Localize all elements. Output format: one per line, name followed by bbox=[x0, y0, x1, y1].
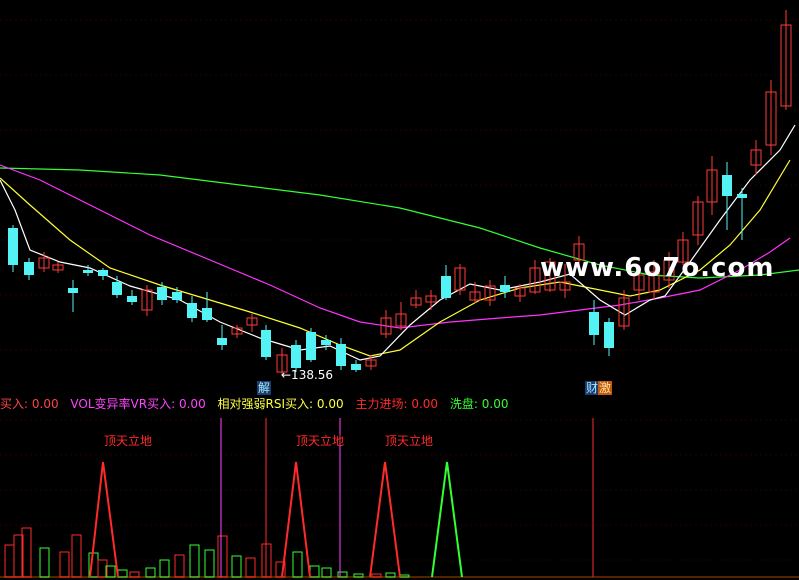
signal-label-1: 顶天立地 bbox=[104, 434, 153, 448]
candle-body-down bbox=[321, 340, 331, 345]
candle-body-down bbox=[172, 292, 182, 300]
sub-bar bbox=[371, 573, 382, 578]
sub-bar bbox=[309, 565, 320, 578]
indicator-wash-label: 洗盘: bbox=[449, 397, 478, 411]
indicator-rsi-buy-value: 0.00 bbox=[316, 397, 344, 411]
indicator-main-force-label: 主力进场: bbox=[355, 397, 408, 411]
moving-average-lines bbox=[0, 124, 799, 361]
candle-body-down bbox=[336, 344, 346, 366]
event-tag-ji-label: 激 bbox=[599, 381, 612, 395]
candle-body-down bbox=[202, 308, 212, 320]
candle-body-down bbox=[112, 282, 122, 295]
candle-body-down bbox=[217, 338, 227, 345]
indicator-rsi-buy-label: 相对强弱RSI买入: bbox=[217, 397, 314, 411]
sub-bar bbox=[117, 569, 128, 578]
indicator-vr-buy-value: 0.00 bbox=[178, 397, 206, 411]
candle-body-down bbox=[83, 270, 93, 273]
grid-lines bbox=[0, 19, 799, 351]
sub-bar bbox=[159, 559, 170, 578]
candle-body-down bbox=[8, 228, 18, 265]
event-tag-cai-label: 财 bbox=[586, 381, 599, 395]
sub-bar bbox=[59, 551, 70, 578]
ma5-line bbox=[0, 124, 796, 361]
watermark-text: www.6o7o.com bbox=[540, 253, 775, 283]
indicator-buy-value: 0.00 bbox=[31, 397, 59, 411]
event-tag-cai[interactable]: 财 bbox=[585, 381, 600, 395]
candle-body-down bbox=[68, 288, 78, 293]
candle-body-down bbox=[98, 270, 108, 276]
candle-body-down bbox=[604, 322, 614, 348]
sub-bar bbox=[217, 535, 228, 578]
candle-body-down bbox=[291, 345, 301, 368]
indicator-buy-label: 买入: bbox=[0, 397, 29, 411]
candle-body-down bbox=[306, 332, 316, 360]
sub-bar bbox=[231, 555, 242, 578]
sub-bar bbox=[245, 557, 256, 578]
candle-body-down bbox=[24, 262, 34, 275]
ma20-line bbox=[0, 164, 791, 329]
sub-bar bbox=[353, 573, 364, 578]
indicator-vr-buy-label: VOL变异率VR买入: bbox=[70, 397, 176, 411]
indicator-main-force: 主力进场: 0.00 bbox=[355, 397, 438, 411]
indicator-wash: 洗盘: 0.00 bbox=[450, 397, 509, 411]
sub-bar bbox=[145, 567, 156, 578]
sub-bar bbox=[204, 549, 215, 578]
candle-body-down bbox=[589, 312, 599, 335]
event-tag-jie[interactable]: 解 bbox=[257, 381, 272, 395]
candle-body-down bbox=[187, 303, 197, 318]
indicator-values-bar: 买入: 0.00 VOL变异率VR买入: 0.00 相对强弱RSI买入: 0.0… bbox=[0, 395, 799, 413]
candle-body-down bbox=[500, 285, 510, 292]
event-tag-jie-label: 解 bbox=[258, 381, 271, 395]
low-price-marker: ←138.56 bbox=[281, 368, 334, 382]
sub-bar bbox=[189, 544, 200, 578]
indicator-rsi-buy: 相对强弱RSI买入: 0.00 bbox=[218, 397, 344, 411]
candlesticks bbox=[8, 10, 792, 375]
signal-label-2: 顶天立地 bbox=[296, 434, 345, 448]
candle-body-down bbox=[351, 364, 361, 370]
candle-body-down bbox=[261, 330, 271, 357]
sub-bar bbox=[39, 547, 50, 578]
sub-bar bbox=[174, 554, 185, 578]
indicator-main-force-value: 0.00 bbox=[411, 397, 439, 411]
candle-body-down bbox=[127, 296, 137, 302]
candle-body-down bbox=[441, 276, 451, 298]
event-tag-ji[interactable]: 激 bbox=[598, 381, 613, 395]
candle-body-down bbox=[737, 194, 747, 198]
sub-bar bbox=[292, 551, 303, 578]
sub-bar bbox=[321, 567, 332, 578]
sub-bar bbox=[71, 534, 82, 578]
candle-body-down bbox=[157, 287, 167, 300]
indicator-vr-buy: VOL变异率VR买入: 0.00 bbox=[70, 397, 205, 411]
indicator-buy: 买入: 0.00 bbox=[0, 397, 59, 411]
signal-label-3: 顶天立地 bbox=[385, 434, 434, 448]
indicator-wash-value: 0.00 bbox=[481, 397, 509, 411]
candle-body-down bbox=[722, 175, 732, 196]
sub-bar bbox=[4, 544, 15, 578]
kline-chart-stage[interactable] bbox=[0, 0, 799, 580]
